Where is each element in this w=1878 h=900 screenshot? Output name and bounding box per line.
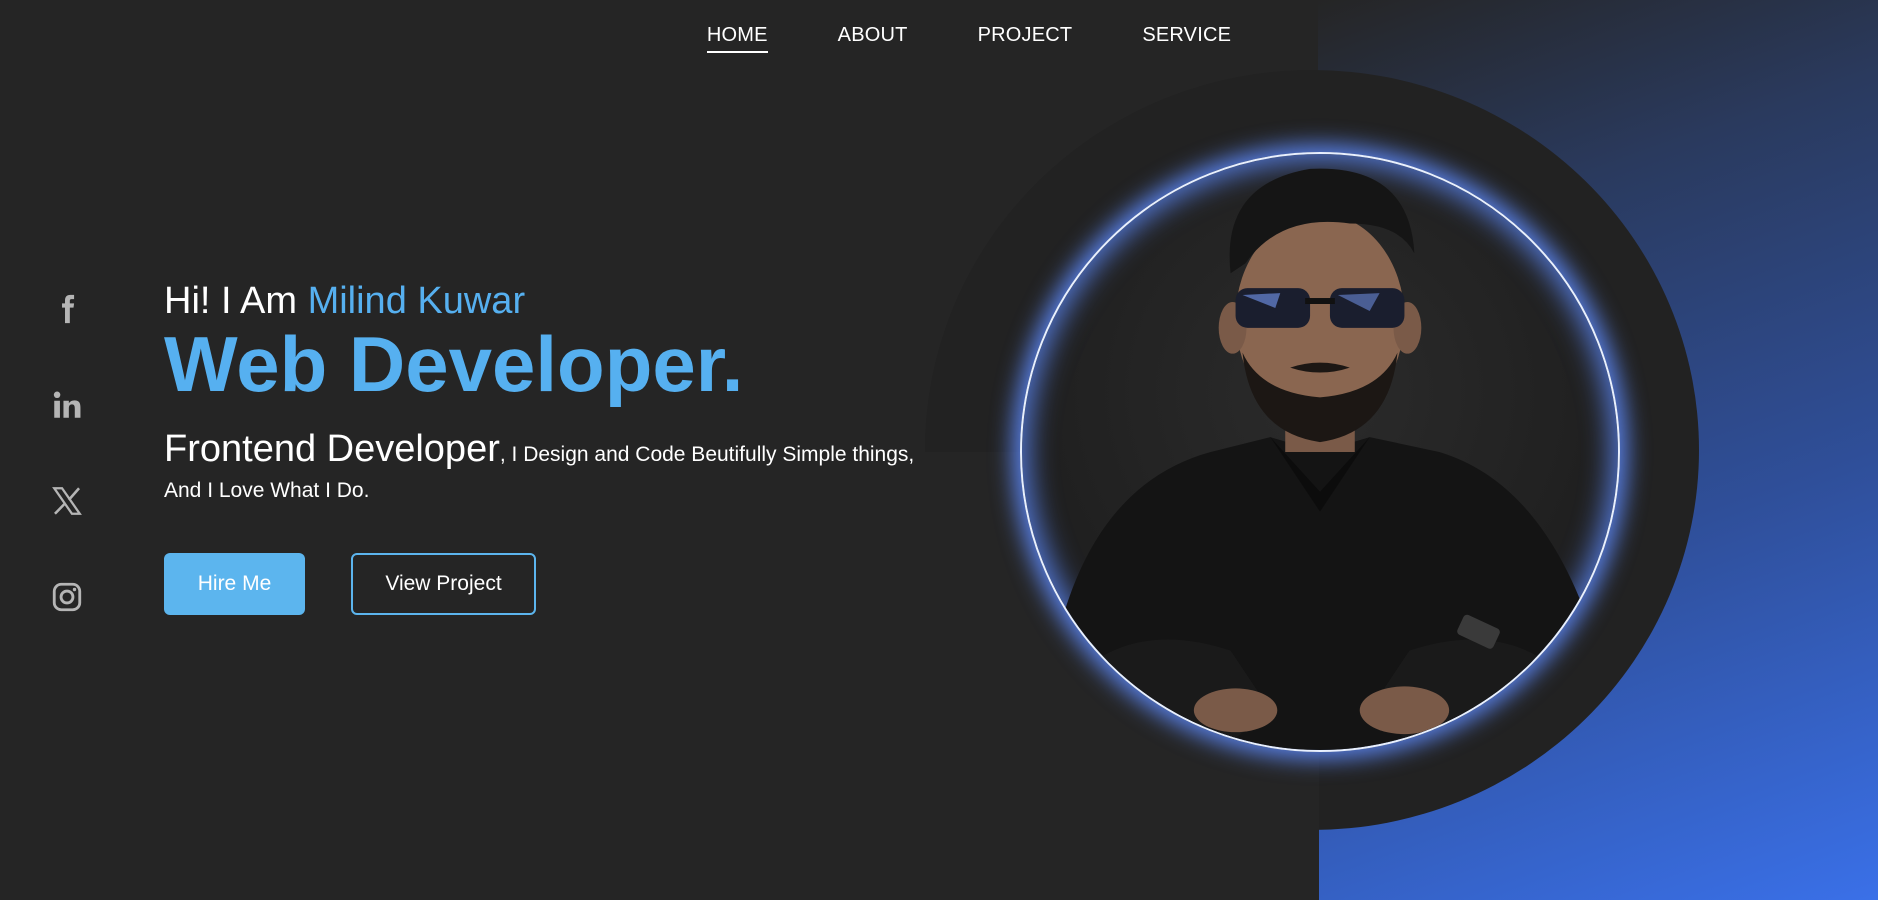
profile-photo (1022, 168, 1618, 750)
x-twitter-icon (52, 487, 82, 515)
x-twitter-link[interactable] (48, 482, 86, 520)
developer-name: Milind Kuwar (307, 280, 526, 322)
hero-title: Web Developer. (164, 320, 744, 408)
nav-about[interactable]: ABOUT (838, 24, 908, 53)
facebook-icon (62, 294, 75, 324)
hire-me-button[interactable]: Hire Me (164, 553, 305, 615)
nav-service[interactable]: SERVICE (1142, 24, 1231, 53)
linkedin-icon (53, 391, 81, 418)
hero-description: Frontend Developer, I Design and Code Be… (164, 428, 924, 509)
facebook-link[interactable] (48, 290, 86, 328)
greeting-line: Hi! I Am Milind Kuwar (164, 280, 924, 323)
greeting-text: Hi! I Am (164, 280, 308, 322)
social-links (48, 290, 86, 616)
view-project-button[interactable]: View Project (351, 553, 536, 615)
role-text: Frontend Developer (164, 428, 500, 470)
instagram-icon (52, 582, 82, 612)
top-navigation: HOME ABOUT PROJECT SERVICE (0, 24, 1878, 53)
profile-photo-frame (1020, 152, 1620, 752)
instagram-link[interactable] (48, 578, 86, 616)
nav-project[interactable]: PROJECT (978, 24, 1073, 53)
hero-section: Hi! I Am Milind Kuwar Web Developer. Fro… (164, 280, 924, 615)
hero-buttons: Hire Me View Project (164, 553, 924, 615)
linkedin-link[interactable] (48, 386, 86, 424)
nav-home[interactable]: HOME (706, 24, 768, 53)
